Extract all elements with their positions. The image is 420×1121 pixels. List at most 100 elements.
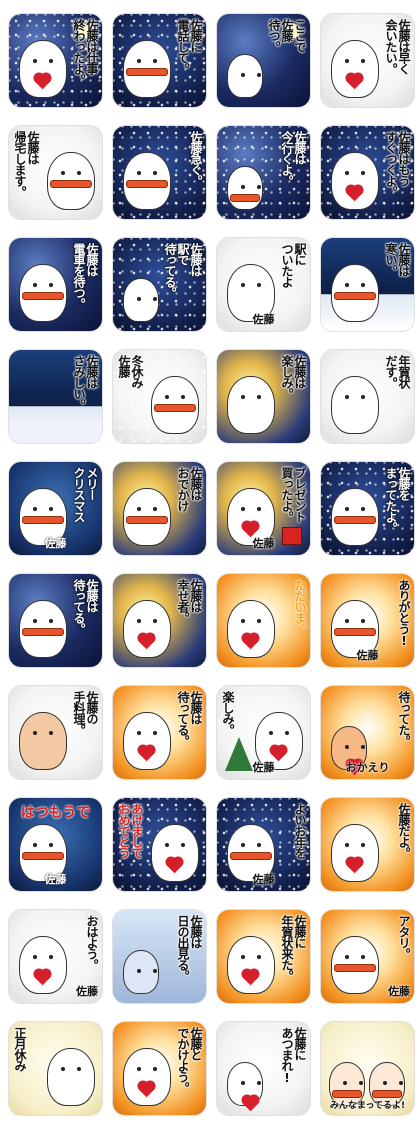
sticker-tile[interactable]: 佐藤は 今行くよ。 xyxy=(217,126,310,219)
sticker-text: 佐藤は 電車を待つ。 xyxy=(72,243,99,309)
sticker-tile[interactable]: 冬休み 佐藤 xyxy=(113,350,206,443)
character xyxy=(151,376,199,434)
sticker-text: 佐藤はもう すぐつくよ。 xyxy=(384,131,411,197)
sticker-tile[interactable]: あけまして おめでとう xyxy=(113,798,206,891)
character xyxy=(19,712,67,770)
sticker-tile[interactable]: 佐藤に 年賀状来た。 xyxy=(217,910,310,1003)
sticker-tile[interactable]: ただいま。 xyxy=(217,574,310,667)
character xyxy=(227,166,263,210)
sticker-tile[interactable]: 佐藤は 待ってる。 xyxy=(9,574,102,667)
sticker-tile[interactable]: 楽しみ。 佐藤 xyxy=(217,686,310,779)
sticker-tile[interactable]: 佐藤は 寒い。 xyxy=(321,238,414,331)
sticker-tile[interactable]: 年賀状 だす。 xyxy=(321,350,414,443)
sticker-tile[interactable]: 佐藤に あつまれ! xyxy=(217,1022,310,1115)
sticker-text: 正月休み xyxy=(13,1027,27,1071)
sticker-tile[interactable]: 佐藤は 電車を待つ。 xyxy=(9,238,102,331)
name-label: 佐藤 xyxy=(76,985,98,998)
sticker-tile[interactable]: アタリ。 佐藤 xyxy=(321,910,414,1003)
sticker-tile[interactable]: 佐藤を まってたよ。 xyxy=(321,462,414,555)
sticker-tile[interactable]: 待ってた。 おかえり xyxy=(321,686,414,779)
character xyxy=(123,278,159,322)
sticker-text: プレゼント 買ったよ。 xyxy=(280,467,307,522)
sticker-tile[interactable]: 正月休み xyxy=(9,1022,102,1115)
sticker-text: 佐藤は 今行くよ。 xyxy=(280,131,307,186)
sticker-text: 佐藤は 駅で 待ってる。 xyxy=(163,243,203,298)
sticker-tile[interactable]: 佐藤はもう すぐつくよ。 xyxy=(321,126,414,219)
sticker-text: ただいま。 xyxy=(293,579,307,634)
name-label: 佐藤 xyxy=(252,873,275,886)
sticker-text: 佐藤に あつまれ! xyxy=(280,1027,307,1084)
sticker-text: 待ってた。 xyxy=(397,691,411,746)
sticker-text: 佐藤急ぐ。 xyxy=(189,131,203,186)
sticker-text: 佐藤と でかけよう。 xyxy=(176,1027,203,1093)
sticker-text: みんなまってるよ! xyxy=(329,1101,406,1111)
sticker-text: 佐藤は 寒い。 xyxy=(384,243,411,276)
sticker-text: 佐藤は 待ってる。 xyxy=(72,579,99,634)
sticker-tile[interactable]: 佐藤の 手料理。 xyxy=(9,686,102,779)
name-label: 佐藤 xyxy=(356,649,379,662)
character xyxy=(331,264,379,322)
sticker-tile[interactable]: おはよう。 佐藤 xyxy=(9,910,102,1003)
sticker-tile[interactable]: 佐藤は 帰宅します。 xyxy=(9,126,102,219)
sticker-tile[interactable]: 佐藤と でかけよう。 xyxy=(113,1022,206,1115)
character xyxy=(19,40,67,98)
sticker-text: 佐藤を まってたよ。 xyxy=(384,467,411,533)
character xyxy=(123,1048,171,1106)
sticker-tile[interactable]: プレゼント 買ったよ。 佐藤 xyxy=(217,462,310,555)
sticker-tile[interactable]: 佐藤は仕事 終わったよ。 xyxy=(9,14,102,107)
sticker-text: 佐藤は 帰宅します。 xyxy=(13,131,40,197)
character xyxy=(227,54,263,98)
character xyxy=(19,264,67,322)
sticker-text: 佐藤は 待ってる。 xyxy=(176,691,203,746)
character xyxy=(227,600,275,658)
sticker-tile[interactable]: ここで 佐藤 待つ。 xyxy=(217,14,310,107)
character xyxy=(331,824,379,882)
sticker-text: はつもうで xyxy=(20,805,91,821)
character xyxy=(227,1062,263,1112)
sticker-text: 佐藤だよ。 xyxy=(397,803,411,858)
sticker-tile[interactable]: 佐藤は おでかけ xyxy=(113,462,206,555)
sticker-tile[interactable]: 佐藤急ぐ。 xyxy=(113,126,206,219)
sticker-text: ありがとう! xyxy=(397,579,411,647)
character xyxy=(123,600,171,658)
character xyxy=(331,40,379,98)
sticker-text: あけまして おめでとう xyxy=(117,803,144,858)
sticker-tile[interactable]: 佐藤は 幸せ者。 xyxy=(113,574,206,667)
sticker-tile[interactable]: 佐藤だよ。 xyxy=(321,798,414,891)
sticker-tile[interactable]: 佐藤に 電話して。 xyxy=(113,14,206,107)
character xyxy=(123,488,171,546)
sticker-text: よいお年を xyxy=(293,803,307,858)
character xyxy=(123,152,171,210)
sticker-tile[interactable]: 駅に ついたよ 佐藤 xyxy=(217,238,310,331)
sticker-text: 佐藤は 楽しみ。 xyxy=(280,355,307,399)
sticker-tile[interactable]: 佐藤は さみしい。 xyxy=(9,350,102,443)
sticker-text: 楽しみ。 xyxy=(221,691,235,735)
sticker-text: 冬休み 佐藤 xyxy=(117,355,144,388)
sticker-tile[interactable]: ありがとう! 佐藤 xyxy=(321,574,414,667)
sticker-tile[interactable]: 佐藤は 日の出見る。 xyxy=(113,910,206,1003)
character xyxy=(123,40,171,98)
sticker-tile[interactable]: 佐藤は 駅で 待ってる。 xyxy=(113,238,206,331)
sticker-tile[interactable]: よいお年を 佐藤 xyxy=(217,798,310,891)
name-label: 佐藤 xyxy=(252,537,275,550)
sticker-text: アタリ。 xyxy=(397,915,411,959)
sticker-text: ここで 佐藤 待つ。 xyxy=(267,19,307,52)
sticker-text: 駅に ついたよ xyxy=(280,243,307,287)
sticker-text: 佐藤は さみしい。 xyxy=(72,355,99,410)
sticker-tile[interactable]: 佐藤は 待ってる。 xyxy=(113,686,206,779)
character xyxy=(331,152,379,210)
name-label: 佐藤 xyxy=(388,985,410,998)
sticker-text: おはよう。 xyxy=(85,915,99,970)
character xyxy=(19,600,67,658)
sticker-text: 佐藤は 幸せ者。 xyxy=(176,579,203,623)
sticker-text: 年賀状 だす。 xyxy=(384,355,411,388)
character xyxy=(47,152,95,210)
sticker-tile[interactable]: 佐藤は 楽しみ。 xyxy=(217,350,310,443)
sticker-tile[interactable]: 佐藤は早く 会いたい。 xyxy=(321,14,414,107)
sticker-text: 佐藤に 電話して。 xyxy=(176,19,203,74)
sticker-tile[interactable]: メリー クリスマス 佐藤 xyxy=(9,462,102,555)
sticker-text: 佐藤は仕事 終わったよ。 xyxy=(72,19,99,85)
sticker-grid: 佐藤は仕事 終わったよ。 佐藤に 電話して。 ここで 佐藤 待つ。 佐藤は早く … xyxy=(0,0,420,1121)
sticker-tile[interactable]: みんなまってるよ! xyxy=(321,1022,414,1115)
sticker-tile[interactable]: はつもうで 佐藤 xyxy=(9,798,102,891)
